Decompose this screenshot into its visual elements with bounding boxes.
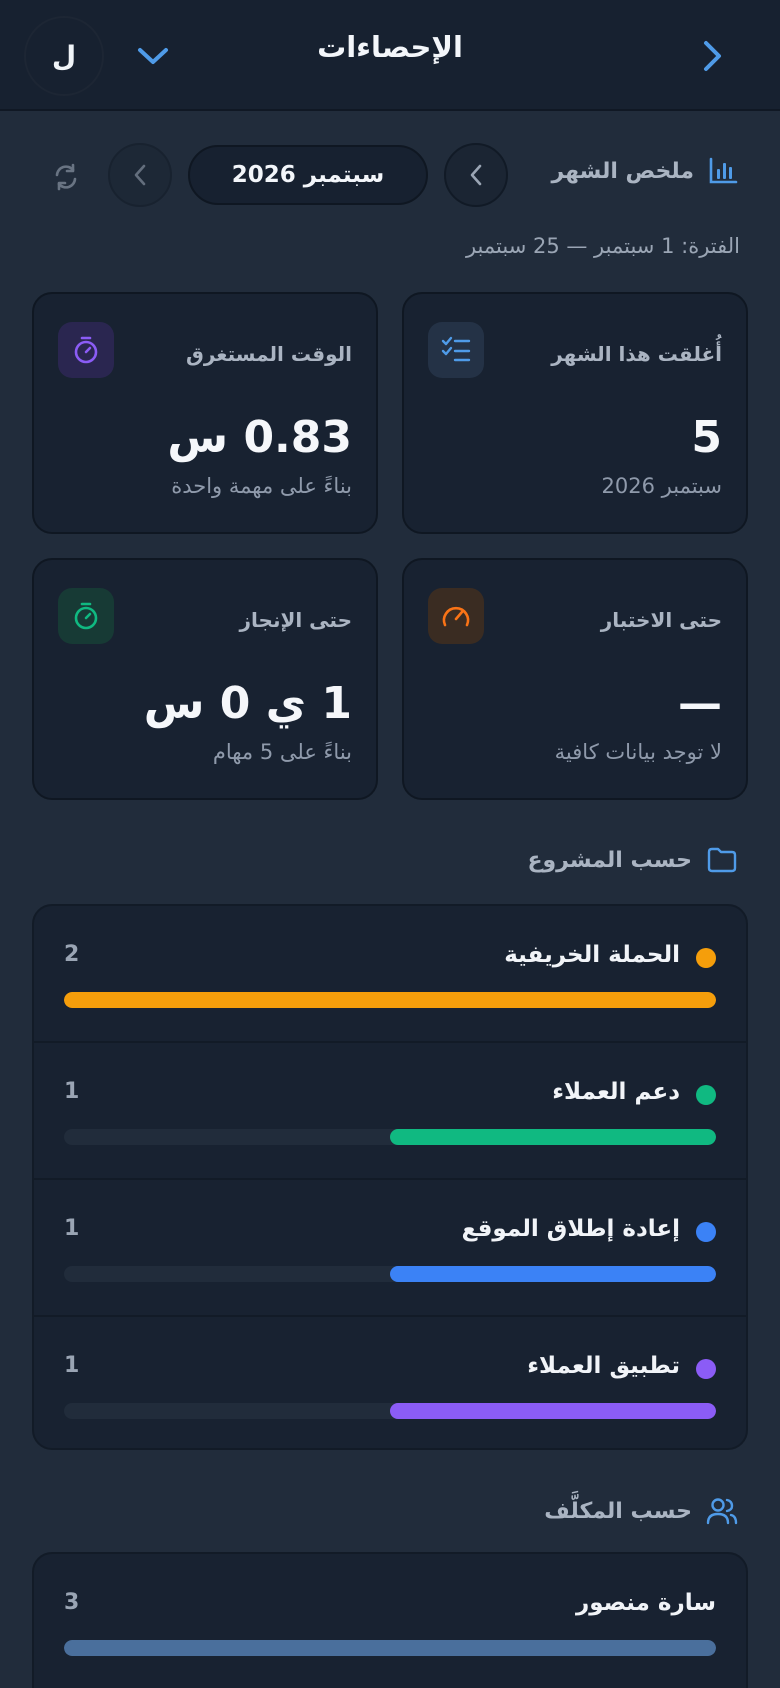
- card-label: حتى الاختبار: [600, 608, 722, 632]
- top-bar: الإحصاءات ل: [0, 0, 780, 111]
- by-assignee-heading: حسب المكلَّف: [544, 1496, 738, 1526]
- gauge-icon: [428, 588, 484, 644]
- assignee-list: سارة منصور 3: [32, 1552, 748, 1688]
- statistics-screen: الإحصاءات ل ملخص الشهر سبتمبر 2026 الفتر…: [0, 0, 780, 1688]
- progress-track: [64, 992, 716, 1008]
- project-count: 2: [64, 942, 80, 967]
- stat-card-time-spent: الوقت المستغرق 0.83 س بناءً على مهمة واح…: [32, 292, 378, 534]
- card-subtitle: بناءً على مهمة واحدة: [171, 474, 352, 498]
- progress-fill: [390, 1266, 716, 1282]
- section-title: حسب المكلَّف: [544, 1498, 692, 1524]
- chevron-down-icon: [138, 48, 168, 64]
- assignee-name: سارة منصور: [575, 1590, 716, 1616]
- progress-track: [64, 1640, 716, 1656]
- card-subtitle: سبتمبر 2026: [601, 474, 722, 498]
- project-color-dot: [696, 1085, 716, 1105]
- card-value: 0.83 س: [167, 412, 352, 463]
- progress-fill: [64, 1640, 716, 1656]
- period-range: الفترة: 1 سبتمبر — 25 سبتمبر: [465, 234, 740, 258]
- list-item[interactable]: إعادة إطلاق الموقع 1: [34, 1180, 746, 1317]
- current-month[interactable]: سبتمبر 2026: [188, 145, 428, 205]
- progress-fill: [390, 1129, 716, 1145]
- progress-track: [64, 1129, 716, 1145]
- project-color-dot: [696, 1222, 716, 1242]
- list-item[interactable]: تطبيق العملاء 1: [34, 1317, 746, 1448]
- stopwatch-icon: [58, 322, 114, 378]
- card-label: حتى الإنجاز: [239, 608, 352, 632]
- by-project-heading: حسب المشروع: [527, 846, 738, 874]
- stat-card-until-testing: حتى الاختبار — لا توجد بيانات كافية: [402, 558, 748, 800]
- month-summary-label: ملخص الشهر: [551, 157, 738, 185]
- bar-chart-icon: [709, 157, 738, 184]
- project-list: الحملة الخريفية 2 دعم العملاء 1 إعادة إط…: [32, 904, 748, 1450]
- project-name: الحملة الخريفية: [504, 942, 680, 968]
- list-item[interactable]: سارة منصور 3: [34, 1554, 746, 1688]
- project-count: 1: [64, 1353, 80, 1378]
- project-count: 1: [64, 1216, 80, 1241]
- progress-track: [64, 1266, 716, 1282]
- project-name: تطبيق العملاء: [527, 1353, 680, 1379]
- progress-fill: [390, 1403, 716, 1419]
- chevron-left-icon: [134, 164, 146, 186]
- avatar[interactable]: ل: [24, 16, 104, 96]
- assignee-count: 3: [64, 1590, 80, 1615]
- card-value: 1 ي 0 س: [143, 678, 352, 729]
- summary-label-text: ملخص الشهر: [551, 158, 694, 184]
- card-label: الوقت المستغرق: [185, 342, 352, 366]
- card-subtitle: لا توجد بيانات كافية: [554, 740, 722, 764]
- folder-icon: [707, 847, 737, 873]
- project-count: 1: [64, 1079, 80, 1104]
- next-month-button[interactable]: [444, 143, 508, 207]
- progress-track: [64, 1403, 716, 1419]
- card-value: 5: [691, 412, 722, 463]
- checklist-icon: [428, 322, 484, 378]
- card-label: أُغلقت هذا الشهر: [551, 342, 722, 366]
- page-title: الإحصاءات: [317, 30, 463, 64]
- section-title: حسب المشروع: [527, 847, 692, 873]
- users-icon: [706, 1498, 738, 1525]
- project-name: إعادة إطلاق الموقع: [461, 1216, 680, 1242]
- previous-month-button[interactable]: [108, 143, 172, 207]
- project-color-dot: [696, 1359, 716, 1379]
- progress-fill: [64, 992, 716, 1008]
- stat-card-until-completion: حتى الإنجاز 1 ي 0 س بناءً على 5 مهام: [32, 558, 378, 800]
- month-selector: ملخص الشهر سبتمبر 2026: [0, 143, 780, 207]
- list-item[interactable]: الحملة الخريفية 2: [34, 906, 746, 1043]
- timer-icon: [58, 588, 114, 644]
- project-name: دعم العملاء: [552, 1079, 680, 1105]
- card-value: —: [678, 678, 722, 729]
- stat-card-closed: أُغلقت هذا الشهر 5 سبتمبر 2026: [402, 292, 748, 534]
- menu-dropdown-button[interactable]: [133, 36, 173, 76]
- project-color-dot: [696, 948, 716, 968]
- chevron-left-icon: [470, 164, 482, 186]
- list-item[interactable]: دعم العملاء 1: [34, 1043, 746, 1180]
- refresh-button[interactable]: [46, 157, 86, 197]
- card-subtitle: بناءً على 5 مهام: [212, 740, 352, 764]
- refresh-icon: [55, 163, 77, 191]
